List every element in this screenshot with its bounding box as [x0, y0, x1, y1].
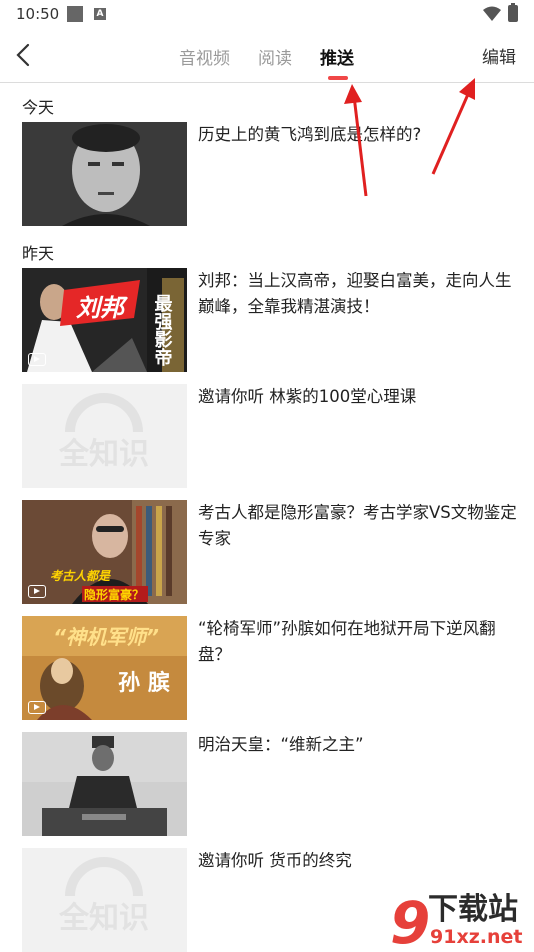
tab-audio-video[interactable]: 音视频: [179, 44, 230, 69]
back-arrow-icon[interactable]: [10, 40, 40, 70]
video-play-icon: [28, 585, 46, 598]
list-item[interactable]: 全知识 邀请你听 林紫的100堂心理课: [22, 384, 522, 488]
item-title: 刘邦：当上汉高帝，迎娶白富美，走向人生巅峰，全靠我精湛演技！: [198, 271, 512, 316]
item-title: 邀请你听 林紫的100堂心理课: [198, 387, 417, 406]
wifi-icon: [483, 6, 501, 21]
thumb-title: “神机军师”: [53, 625, 159, 649]
video-play-icon: [28, 701, 46, 714]
a-notification-icon: A: [94, 8, 106, 20]
active-tab-indicator: [328, 76, 348, 80]
thumb-title: 刘邦: [76, 294, 128, 322]
thumbnail-placeholder: 全知识: [22, 384, 187, 488]
thumb-subtitle: 隐形富豪？: [84, 587, 144, 602]
thumbnail: 刘邦 最强影帝: [22, 268, 187, 372]
thumbnail: [22, 732, 187, 836]
thumb-title: 考古人都是: [50, 569, 111, 583]
watermark-url: 91xz.net: [430, 926, 522, 948]
item-title: “轮椅军师”孙膑如何在地狱开局下逆风翻盘？: [198, 619, 496, 664]
site-watermark: 9 下载站 91xz.net: [390, 889, 522, 950]
svg-text:9: 9: [390, 889, 430, 950]
list-item[interactable]: “神机军师” 孙 膑 “轮椅军师”孙膑如何在地狱开局下逆风翻盘？: [22, 616, 522, 720]
status-bar: 10:50 A: [0, 0, 534, 30]
list-item[interactable]: 明治天皇：“维新之主”: [22, 732, 522, 836]
tab-push[interactable]: 推送: [320, 44, 354, 69]
thumbnail: “神机军师” 孙 膑: [22, 616, 187, 720]
thumbnail: [22, 122, 187, 226]
item-title: 明治天皇：“维新之主”: [198, 735, 364, 754]
section-yesterday: 昨天: [22, 244, 55, 263]
battery-icon: [508, 3, 518, 22]
list-item[interactable]: 刘邦 最强影帝 刘邦：当上汉高帝，迎娶白富美，走向人生巅峰，全靠我精湛演技！: [22, 268, 522, 372]
item-title: 邀请你听 货币的终究: [198, 851, 352, 870]
item-title: 考古人都是隐形富豪？考古学家VS文物鉴定专家: [198, 503, 517, 548]
video-play-icon: [28, 353, 46, 366]
list-item[interactable]: 考古人都是 隐形富豪？ 考古人都是隐形富豪？考古学家VS文物鉴定专家: [22, 500, 522, 604]
notification-icon: [67, 6, 83, 22]
tab-reading[interactable]: 阅读: [258, 44, 292, 69]
thumbnail-placeholder: 全知识: [22, 848, 187, 952]
annotation-arrow-push: [344, 84, 368, 197]
placeholder-logo-text: 全知识: [58, 901, 149, 936]
watermark-text: 下载站: [428, 892, 518, 927]
annotation-arrow-edit: [431, 78, 475, 175]
edit-button[interactable]: 编辑: [482, 43, 516, 68]
thumbnail: 考古人都是 隐形富豪？: [22, 500, 187, 604]
section-today: 今天: [22, 98, 55, 117]
status-time: 10:50: [16, 5, 60, 23]
placeholder-logo-text: 全知识: [58, 437, 149, 472]
thumb-side-text: 最强影帝: [152, 294, 173, 367]
thumb-subtitle: 孙 膑: [118, 670, 170, 696]
